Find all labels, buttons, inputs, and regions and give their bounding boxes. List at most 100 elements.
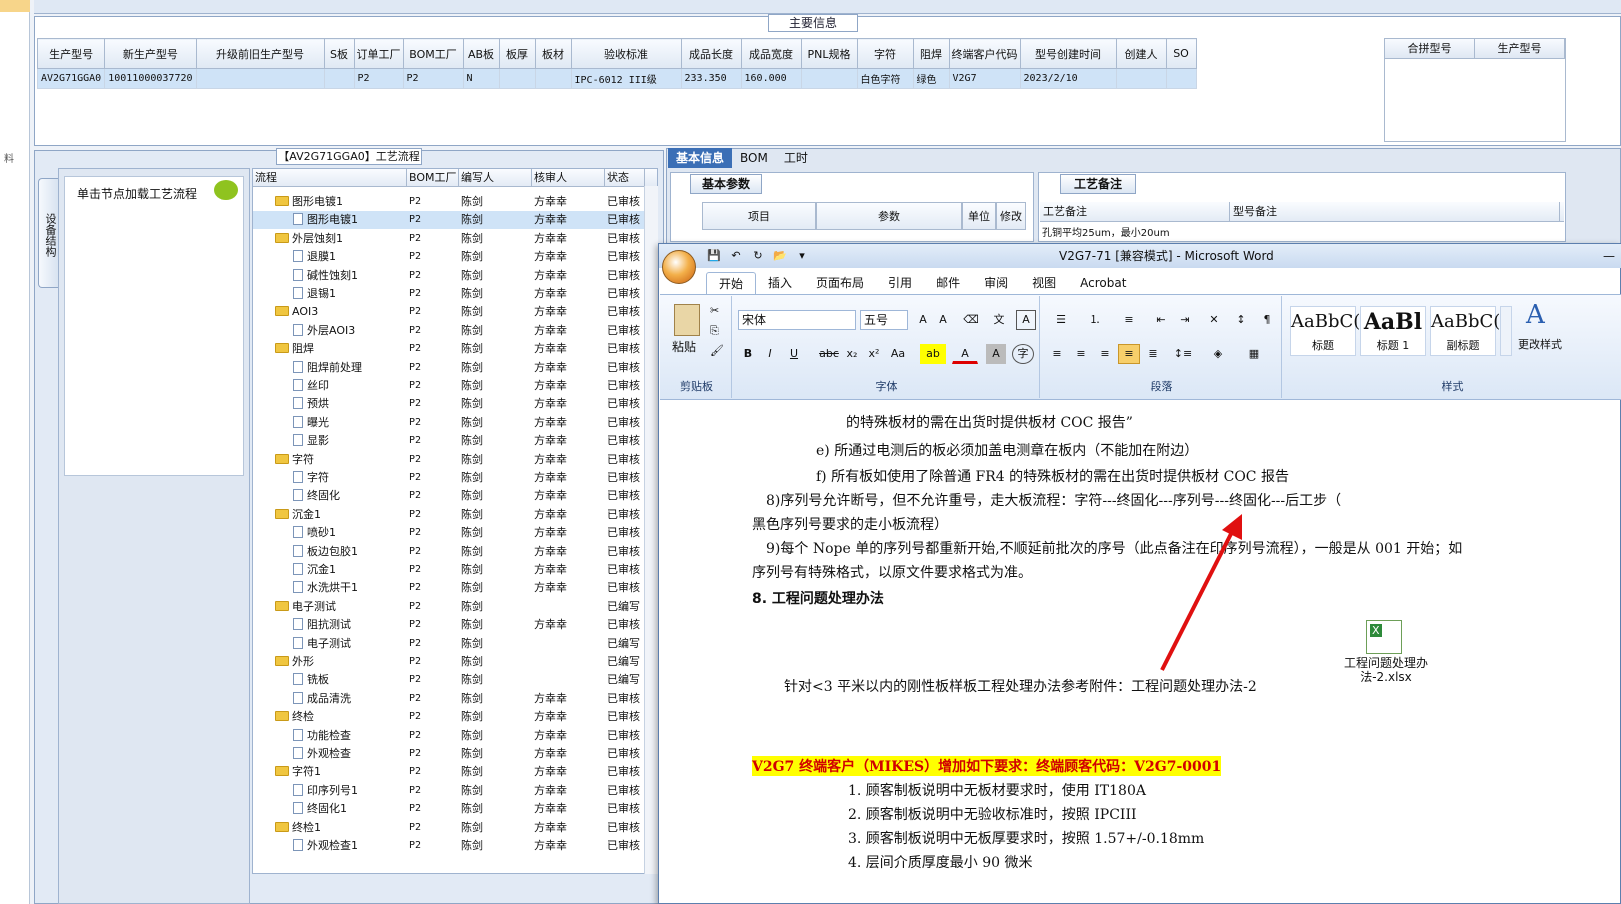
info-cell[interactable]: 233.350 [680, 68, 742, 89]
borders-icon[interactable]: ▦ [1238, 344, 1270, 364]
process-note-value[interactable]: 孔铜平均25um，最小20um [1042, 224, 1170, 239]
paste-label[interactable]: 粘贴 [672, 338, 696, 355]
italic-icon[interactable]: I [760, 344, 780, 364]
info-col-header[interactable]: SO [1165, 38, 1197, 69]
flow-row[interactable]: 碱性蚀刻1 P2 陈剑 方幸幸 已审核 [253, 267, 648, 285]
info-col-header[interactable]: AB板 [462, 38, 500, 69]
flow-row[interactable]: 电子测试 P2 陈剑 已编写 [253, 635, 648, 653]
param-col-header[interactable]: 单位 [962, 202, 996, 230]
flow-row[interactable]: AOI3 P2 陈剑 方幸幸 已审核 [253, 303, 648, 321]
save-icon[interactable]: 💾 [706, 248, 722, 264]
flow-row[interactable]: 沉金1 P2 陈剑 方幸幸 已审核 [253, 506, 648, 524]
flow-row[interactable]: 曝光 P2 陈剑 方幸幸 已审核 [253, 414, 648, 432]
flow-row[interactable]: 电子测试 P2 陈剑 已编写 [253, 598, 648, 616]
minimize-icon[interactable]: — [1603, 244, 1615, 268]
flow-row[interactable]: 终检 P2 陈剑 方幸幸 已审核 [253, 708, 648, 726]
table-row[interactable]: AV2G71GGA0 10011000037720 P2 P2 N IPC-6012 II… [36, 68, 1197, 89]
note-col-header[interactable]: 工艺备注 [1040, 202, 1230, 221]
info-cell[interactable] [498, 68, 536, 89]
copy-icon[interactable]: ⎘ [710, 324, 719, 338]
flow-row[interactable]: 图形电镀1 P2 陈剑 方幸幸 已审核 [253, 211, 648, 230]
style-title[interactable]: AaBbC(标题 [1290, 306, 1360, 356]
flow-col-header[interactable]: 编写人 [459, 169, 532, 186]
flow-row[interactable]: 成品清洗 P2 陈剑 方幸幸 已审核 [253, 690, 648, 708]
flow-row[interactable]: 外层AOI3 P2 陈剑 方幸幸 已审核 [253, 322, 648, 340]
undo-icon[interactable]: ↶ [728, 248, 744, 264]
flow-scrollbar[interactable] [644, 186, 658, 874]
char-border-icon[interactable]: A [1016, 310, 1036, 330]
info-col-header[interactable]: 终端客户代码 [948, 38, 1021, 69]
change-styles-icon[interactable]: A [1526, 300, 1545, 330]
phonetic-icon[interactable]: 文 [988, 310, 1010, 330]
office-button-icon[interactable] [662, 250, 696, 284]
info-col-header[interactable]: 新生产型号 [104, 38, 197, 69]
excel-attachment-icon[interactable] [1366, 620, 1402, 654]
info-col-header[interactable]: PNL规格 [800, 38, 858, 69]
merge-col-header[interactable]: 合拼型号 [1385, 39, 1475, 58]
info-col-header[interactable]: 型号创建时间 [1019, 38, 1117, 69]
superscript-icon[interactable]: x² [864, 344, 884, 364]
shading-icon[interactable]: ◈ [1202, 344, 1234, 364]
info-cell[interactable]: P2 [353, 68, 404, 89]
multilevel-list-icon[interactable]: ≡ [1114, 310, 1144, 330]
underline-icon[interactable]: U [782, 344, 806, 364]
grow-font-icon[interactable]: A [914, 310, 932, 330]
font-size-select[interactable]: 五号 [860, 310, 908, 330]
tab-process-note[interactable]: 工艺备注 [1060, 174, 1136, 194]
align-left-icon[interactable]: ≡ [1046, 344, 1068, 364]
info-col-header[interactable]: 成品长度 [680, 38, 742, 69]
bullets-icon[interactable]: ☰ [1046, 310, 1076, 330]
note-col-header[interactable]: 型号备注 [1230, 202, 1560, 221]
tab-home[interactable]: 开始 [706, 272, 757, 295]
qat-dropdown-icon[interactable]: ▾ [794, 248, 810, 264]
enclose-char-icon[interactable]: 字 [1012, 344, 1034, 364]
info-col-header[interactable]: 创建人 [1115, 38, 1167, 69]
font-color-icon[interactable]: A [952, 344, 978, 364]
info-cell[interactable]: V2G7 [948, 68, 1021, 89]
tab-view[interactable]: 视图 [1020, 272, 1068, 295]
increase-indent-icon[interactable]: ⇥ [1174, 310, 1196, 330]
info-cell[interactable] [323, 68, 355, 89]
flow-row[interactable]: 阻焊 P2 陈剑 方幸幸 已审核 [253, 340, 648, 358]
numbering-icon[interactable]: ⒈ [1080, 310, 1110, 330]
flow-row[interactable]: 终固化 P2 陈剑 方幸幸 已审核 [253, 487, 648, 505]
sort-icon[interactable]: ↕ [1230, 310, 1252, 330]
equipment-structure-tab[interactable]: 设备结构 [38, 178, 58, 288]
info-col-header[interactable]: 成品宽度 [740, 38, 802, 69]
tab-mailings[interactable]: 邮件 [924, 272, 972, 295]
flow-col-header[interactable]: 流程 [253, 169, 407, 186]
param-col-header[interactable]: 参数 [816, 202, 962, 230]
flow-row[interactable]: 板边包胶1 P2 陈剑 方幸幸 已审核 [253, 543, 648, 561]
tab-page-layout[interactable]: 页面布局 [804, 272, 876, 295]
info-cell[interactable]: 10011000037720 [104, 68, 197, 89]
change-styles-label[interactable]: 更改样式 [1518, 336, 1562, 352]
tab-basic-info[interactable]: 基本信息 [668, 148, 733, 168]
style-heading1[interactable]: AaBl 标题 1 [1360, 306, 1426, 356]
info-cell[interactable] [800, 68, 858, 89]
info-col-header[interactable]: 订单工厂 [353, 38, 404, 69]
open-folder-icon[interactable]: 📂 [772, 248, 788, 264]
font-name-select[interactable]: 宋体 [738, 310, 856, 330]
flow-row[interactable]: 外层蚀刻1 P2 陈剑 方幸幸 已审核 [253, 230, 648, 248]
flow-row[interactable]: 水洗烘干1 P2 陈剑 方幸幸 已审核 [253, 579, 648, 597]
info-col-header[interactable]: 字符 [856, 38, 914, 69]
info-col-header[interactable]: 升级前旧生产型号 [195, 38, 325, 69]
info-cell[interactable] [1165, 68, 1197, 89]
tab-review[interactable]: 审阅 [972, 272, 1020, 295]
styles-scroll[interactable] [1500, 306, 1512, 356]
tab-acrobat[interactable]: Acrobat [1068, 272, 1138, 295]
info-cell[interactable]: P2 [402, 68, 464, 89]
justify-icon[interactable]: ≡ [1118, 344, 1140, 364]
flow-row[interactable]: 阻抗测试 P2 陈剑 方幸幸 已审核 [253, 616, 648, 634]
info-cell[interactable]: N [462, 68, 500, 89]
merge-col-header[interactable]: 生产型号 [1475, 39, 1565, 58]
format-painter-icon[interactable]: 🖌 [710, 344, 724, 357]
clear-format-icon[interactable]: ⌫ [960, 310, 982, 330]
flow-row[interactable]: 沉金1 P2 陈剑 方幸幸 已审核 [253, 561, 648, 579]
bold-icon[interactable]: B [738, 344, 758, 364]
flow-row[interactable]: 字符1 P2 陈剑 方幸幸 已审核 [253, 763, 648, 781]
tab-references[interactable]: 引用 [876, 272, 924, 295]
style-subtitle[interactable]: AaBbC(副标题 [1430, 306, 1500, 356]
info-cell[interactable]: 白色字符 [856, 68, 914, 89]
info-cell[interactable] [1115, 68, 1167, 89]
